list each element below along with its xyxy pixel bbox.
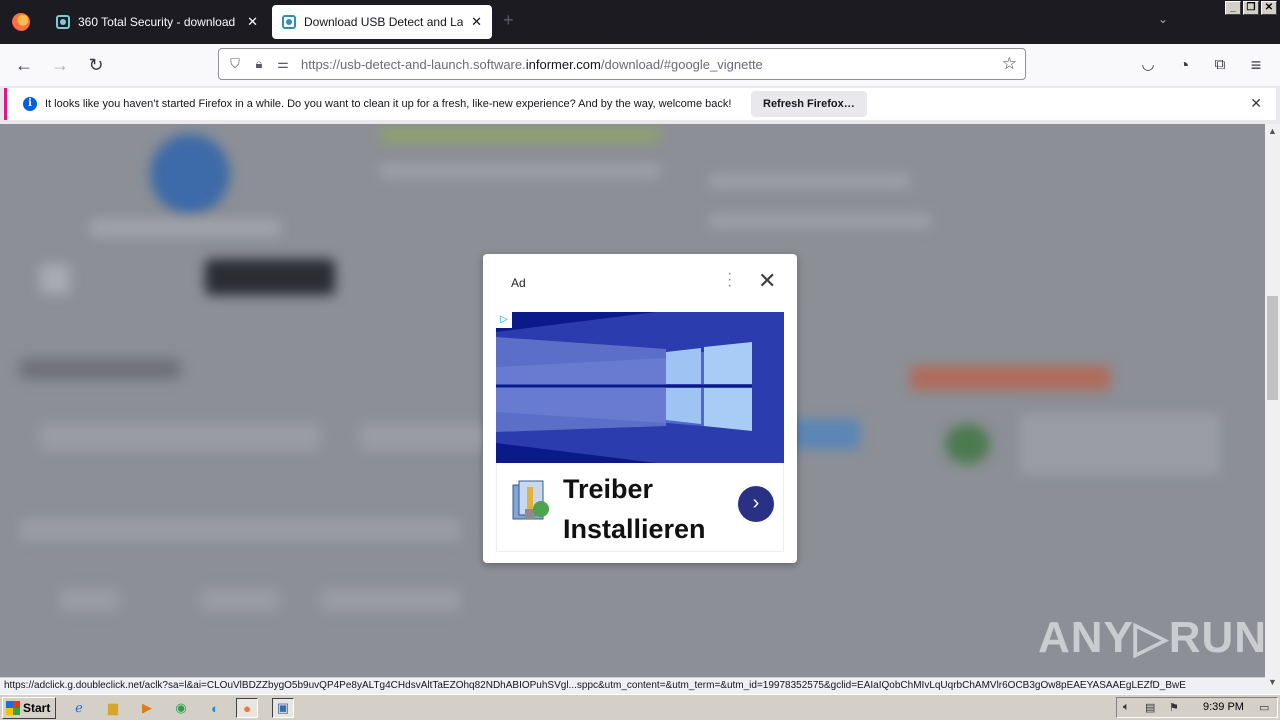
restore-button[interactable]: ❐: [1243, 1, 1259, 15]
blurred-text: [60, 589, 120, 611]
pocket-icon[interactable]: ◡: [1138, 55, 1158, 75]
lock-icon[interactable]: 🔒︎: [251, 56, 267, 72]
scroll-up-arrow-icon[interactable]: ▲: [1265, 126, 1280, 136]
file-explorer-icon[interactable]: ▆: [102, 698, 124, 718]
internet-explorer-icon[interactable]: ℯ: [68, 698, 90, 718]
blurred-text: [380, 164, 660, 178]
blurred-text: [200, 589, 280, 611]
tab-title: 360 Total Security - download and: [78, 15, 239, 29]
blurred-button: [205, 259, 335, 295]
blurred-logo: [150, 134, 230, 214]
chevron-right-icon[interactable]: ›: [738, 486, 774, 522]
page-scrollbar[interactable]: ▲: [1265, 124, 1280, 677]
show-desktop-icon[interactable]: ▭: [1259, 701, 1269, 714]
url-suffix: /download/#google_vignette: [600, 56, 763, 72]
new-tab-button[interactable]: +: [503, 10, 514, 31]
blurred-banner: [910, 366, 1110, 390]
blurred-text: [710, 214, 930, 228]
firefox-menu-button[interactable]: [0, 0, 42, 44]
close-window-button[interactable]: ✕: [1261, 1, 1277, 15]
start-label: Start: [23, 700, 51, 715]
url-text: https://usb-detect-and-launch.software.i…: [301, 57, 763, 72]
firefox-taskbar-icon[interactable]: ●: [236, 698, 258, 718]
windows-flag-icon: [6, 700, 20, 715]
action-center-flag-icon[interactable]: ⚑: [1169, 701, 1179, 714]
windows-logo-graphic: [496, 312, 784, 463]
status-bar-url: https://adclick.g.doubleclick.net/aclk?s…: [0, 677, 1265, 694]
address-bar[interactable]: ⛉ 🔒︎ ⚌ https://usb-detect-and-launch.sof…: [218, 48, 1026, 80]
url-prefix: https://usb-detect-and-launch.software.: [301, 56, 526, 72]
installer-taskbar-icon[interactable]: ▣: [272, 698, 294, 718]
winzip-app-icon: [512, 480, 549, 520]
adchoices-icon[interactable]: ▷: [496, 312, 512, 328]
blurred-text: [710, 174, 910, 188]
info-icon: i: [23, 97, 37, 111]
forward-arrow-icon[interactable]: →: [50, 55, 70, 75]
blurred-icon: [40, 264, 70, 294]
ad-headline[interactable]: Treiber Installieren: [563, 469, 723, 549]
blurred-text: [1020, 414, 1220, 474]
ad-vignette-dialog: Ad · · · ✕ ▷ Treiber Installieren ›: [483, 254, 797, 563]
tab-close-icon[interactable]: ✕: [471, 14, 482, 30]
bookmark-star-icon[interactable]: ☆: [1002, 54, 1017, 74]
back-arrow-icon[interactable]: ←: [14, 55, 34, 75]
system-tray: 🔈︎ ▤ ⚑ 9:39 PM ▭: [1116, 697, 1278, 718]
blurred-heading: [20, 359, 180, 379]
ad-footer[interactable]: Treiber Installieren ›: [496, 463, 784, 552]
blurred-text: [90, 219, 280, 237]
url-domain: informer.com: [525, 56, 601, 72]
blurred-icon: [945, 424, 990, 464]
windows-taskbar: Start ℯ ▆ ▶ ◉ ◐ ● ▣ 🔈︎ ▤ ⚑ 9:39 PM ▭: [0, 694, 1280, 720]
minimize-button[interactable]: _: [1225, 1, 1241, 15]
ad-banner-image[interactable]: [496, 312, 784, 463]
tracking-shield-icon[interactable]: ⛉: [227, 56, 243, 72]
chrome-icon[interactable]: ◉: [170, 698, 192, 718]
site-favicon-icon: [282, 15, 296, 29]
tab-download-usb-detect[interactable]: Download USB Detect and Launch ✕: [272, 5, 492, 39]
reload-icon[interactable]: ↻: [86, 55, 106, 75]
scrollbar-thumb[interactable]: [1267, 296, 1278, 400]
close-notification-icon[interactable]: ✕: [1250, 95, 1262, 112]
close-ad-button[interactable]: ✕: [758, 270, 776, 292]
permissions-icon[interactable]: ⚌: [275, 56, 291, 72]
blurred-row: [360, 424, 500, 450]
media-player-icon[interactable]: ▶: [136, 698, 158, 718]
ad-label: Ad: [511, 276, 526, 290]
list-all-tabs-icon[interactable]: ⌄: [1158, 12, 1168, 26]
tab-bar: 360 Total Security - download and ✕ Down…: [0, 0, 1280, 44]
blurred-row: [20, 519, 460, 541]
notification-message: It looks like you haven’t started Firefo…: [45, 98, 732, 110]
firefox-logo-icon: [12, 13, 30, 31]
hamburger-menu-icon[interactable]: ≡: [1246, 55, 1266, 75]
blurred-button: [790, 419, 860, 449]
blurred-text: [320, 589, 460, 611]
window-controls: _ ❐ ✕: [1225, 1, 1277, 15]
navigation-bar: ← → ↻ ⛉ 🔒︎ ⚌ https://usb-detect-and-laun…: [0, 44, 1280, 86]
blurred-row: [40, 424, 320, 450]
site-favicon-icon: [56, 15, 70, 29]
tab-title: Download USB Detect and Launch: [304, 15, 464, 29]
network-icon[interactable]: ▤: [1145, 701, 1155, 714]
scroll-down-arrow-icon[interactable]: ▼: [1265, 677, 1280, 694]
tab-360-total-security[interactable]: 360 Total Security - download and ✕: [46, 5, 268, 39]
more-options-icon[interactable]: · · ·: [727, 266, 732, 294]
edge-icon[interactable]: ◐: [204, 698, 226, 718]
account-icon[interactable]: ◔: [1174, 55, 1194, 75]
extensions-icon[interactable]: ⧉: [1210, 55, 1230, 75]
refresh-firefox-button[interactable]: Refresh Firefox…: [751, 91, 867, 117]
volume-icon[interactable]: 🔈︎: [1123, 701, 1130, 714]
start-button[interactable]: Start: [2, 696, 56, 719]
refresh-firefox-notification: i It looks like you haven’t started Fire…: [4, 88, 1276, 120]
blurred-bar: [380, 128, 660, 142]
anyrun-watermark: ANY▷RUN: [1038, 613, 1268, 662]
clock[interactable]: 9:39 PM: [1203, 701, 1244, 713]
tab-close-icon[interactable]: ✕: [247, 14, 258, 30]
